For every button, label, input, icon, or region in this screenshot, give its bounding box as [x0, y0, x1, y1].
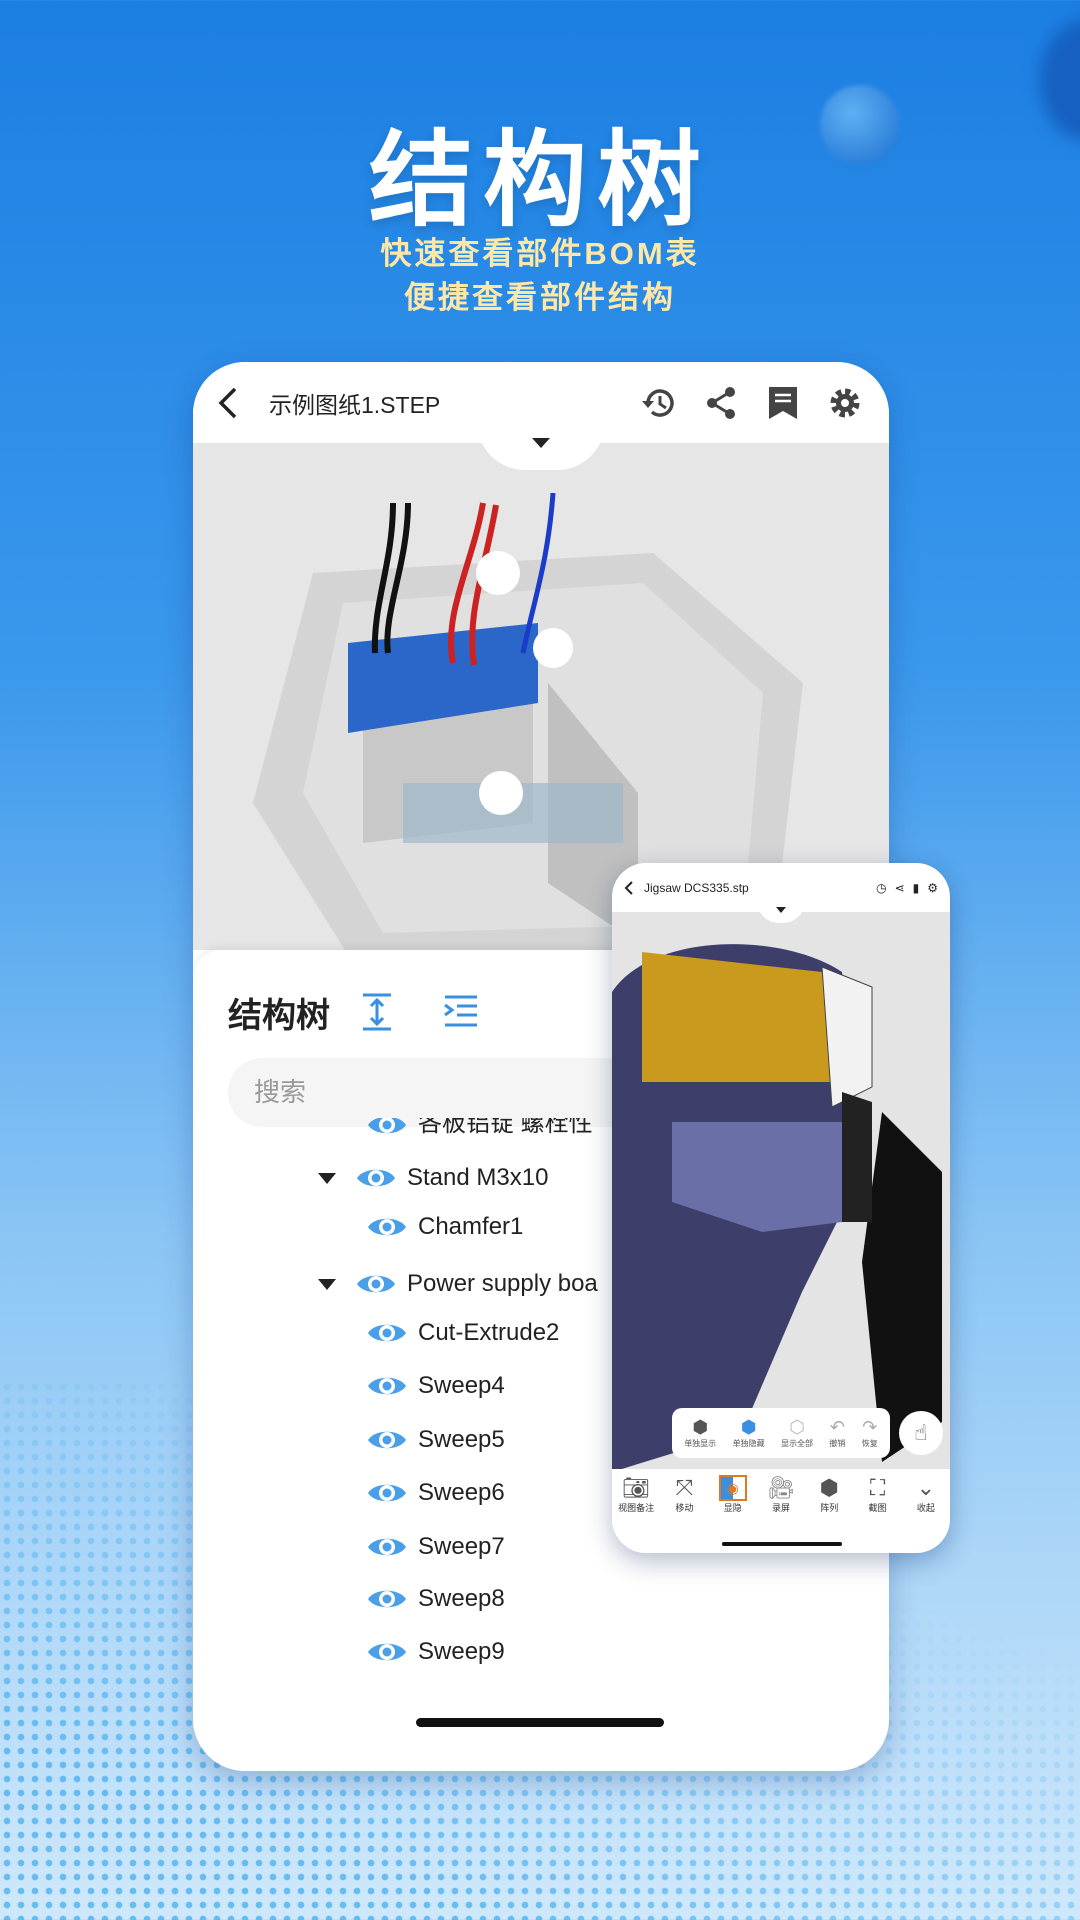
back-icon[interactable]	[624, 880, 634, 896]
tree-row-label: Power supply boa	[407, 1270, 598, 1297]
redo-icon: ↷	[862, 1417, 878, 1437]
tree-row-label: Sweep6	[418, 1479, 505, 1506]
3d-model-jigsaw	[612, 944, 942, 1469]
eye-icon[interactable]	[367, 1373, 407, 1399]
move-icon: ⤧	[675, 1475, 694, 1500]
eye-icon[interactable]	[367, 1586, 407, 1612]
view-note-button[interactable]: 📷︎ 视图备注	[616, 1475, 656, 1553]
tree-row[interactable]: Stand M3x10	[318, 1158, 548, 1198]
move-button[interactable]: ⤧ 移动	[664, 1475, 704, 1553]
eye-icon[interactable]	[367, 1427, 407, 1453]
redo-button[interactable]: ↷ 恢复	[862, 1417, 878, 1449]
secondary-phone: Jigsaw DCS335.stp ◷ ⋖ ▮ ⚙ ⬢ 单独显示 ⬢ 单独隐藏 ⬡ 显…	[612, 863, 950, 1553]
tree-title: 结构树	[228, 997, 330, 1035]
tree-row[interactable]: Sweep9	[367, 1632, 505, 1672]
history-icon[interactable]: ◷	[876, 881, 886, 895]
show-only-button[interactable]: ⬢ 单独显示	[684, 1417, 716, 1449]
hero-title: 结构树	[368, 123, 711, 239]
screenshot-button[interactable]: ⛶ 截图	[858, 1475, 898, 1553]
floating-toolbar: ⬢ 单独显示 ⬢ 单独隐藏 ⬡ 显示全部 ↶ 撤销 ↷ 恢复	[672, 1408, 890, 1458]
tree-row[interactable]: Power supply boa	[318, 1264, 598, 1304]
home-indicator	[416, 1718, 664, 1727]
mini-file-title: Jigsaw DCS335.stp	[644, 880, 749, 895]
settings-icon[interactable]	[825, 383, 865, 423]
cube-icon: ⬢	[740, 1417, 757, 1437]
bookmark-icon[interactable]: ▮	[913, 881, 920, 895]
tree-row-label: Sweep4	[418, 1372, 505, 1399]
back-icon[interactable]	[217, 386, 239, 420]
expand-triangle-icon[interactable]	[318, 1172, 336, 1184]
crop-image-icon: ⛶	[869, 1475, 886, 1500]
file-title: 示例图纸1.STEP	[269, 391, 441, 418]
tree-row[interactable]: 各板铝锭 螺栓性	[367, 1118, 593, 1138]
share-icon[interactable]: ⋖	[895, 881, 905, 895]
expand-triangle-icon[interactable]	[318, 1278, 336, 1290]
cubes-icon: ⬢	[819, 1475, 839, 1500]
eye-icon[interactable]	[367, 1320, 407, 1346]
hero-subtitle: 便捷查看部件结构	[404, 280, 676, 315]
share-icon[interactable]	[701, 383, 741, 423]
tree-row[interactable]: Sweep7	[367, 1527, 505, 1567]
tree-row[interactable]: Sweep5	[367, 1420, 505, 1460]
camera-icon: 📷︎	[622, 1475, 651, 1500]
tree-row-label: Sweep9	[418, 1638, 505, 1665]
bookmark-icon[interactable]	[763, 383, 803, 423]
tree-row-label: Sweep7	[418, 1533, 505, 1560]
tree-row-label: Sweep8	[418, 1585, 505, 1612]
collapse-button[interactable]: ⌄ 收起	[906, 1475, 946, 1553]
tree-row-label: Chamfer1	[418, 1213, 524, 1240]
eye-toggle-icon: ◉	[718, 1475, 747, 1501]
tree-row-label: 各板铝锭 螺栓性	[418, 1118, 593, 1137]
indent-list-icon[interactable]	[443, 994, 479, 1028]
eye-icon[interactable]	[356, 1271, 396, 1297]
bottom-toolbar: 📷︎ 视图备注 ⤧ 移动 ◉ 显隐 🎥︎ 录屏 ⬢ 阵列 ⛶ 截图 ⌄ 收起	[612, 1469, 950, 1553]
expand-all-icon[interactable]	[361, 992, 393, 1032]
eye-icon[interactable]	[367, 1480, 407, 1506]
home-indicator	[722, 1542, 842, 1546]
eye-icon[interactable]	[367, 1214, 407, 1240]
cube-icon: ⬡	[789, 1417, 805, 1437]
eye-icon[interactable]	[367, 1118, 407, 1138]
undo-button[interactable]: ↶ 撤销	[829, 1417, 845, 1449]
tree-row[interactable]: Sweep4	[367, 1366, 505, 1406]
tree-row-label: Cut-Extrude2	[418, 1319, 560, 1346]
show-all-button[interactable]: ⬡ 显示全部	[781, 1417, 813, 1449]
eye-icon[interactable]	[367, 1534, 407, 1560]
eye-icon[interactable]	[367, 1639, 407, 1665]
tree-row[interactable]: Chamfer1	[367, 1207, 523, 1247]
eye-icon[interactable]	[356, 1165, 396, 1191]
tree-row-label: Stand M3x10	[407, 1164, 549, 1191]
tree-row[interactable]: Sweep6	[367, 1473, 505, 1513]
hand-pointer-icon: ☝	[914, 1420, 928, 1445]
cube-icon: ⬢	[692, 1417, 709, 1437]
history-icon[interactable]	[639, 383, 679, 423]
undo-icon: ↶	[829, 1417, 845, 1437]
tree-row-label: Sweep5	[418, 1426, 505, 1453]
chevron-down-circle-icon: ⌄	[916, 1475, 936, 1500]
settings-icon[interactable]: ⚙	[927, 881, 938, 895]
hero-subtitle: 快速查看部件BOM表	[380, 236, 700, 271]
3d-viewer[interactable]	[612, 912, 950, 1469]
tree-row[interactable]: Sweep8	[367, 1579, 505, 1619]
hide-only-button[interactable]: ⬢ 单独隐藏	[733, 1417, 765, 1449]
video-camera-icon: 🎥︎	[767, 1475, 795, 1500]
touch-mode-button[interactable]: ☝	[899, 1411, 943, 1455]
tree-row[interactable]: Cut-Extrude2	[367, 1313, 559, 1353]
